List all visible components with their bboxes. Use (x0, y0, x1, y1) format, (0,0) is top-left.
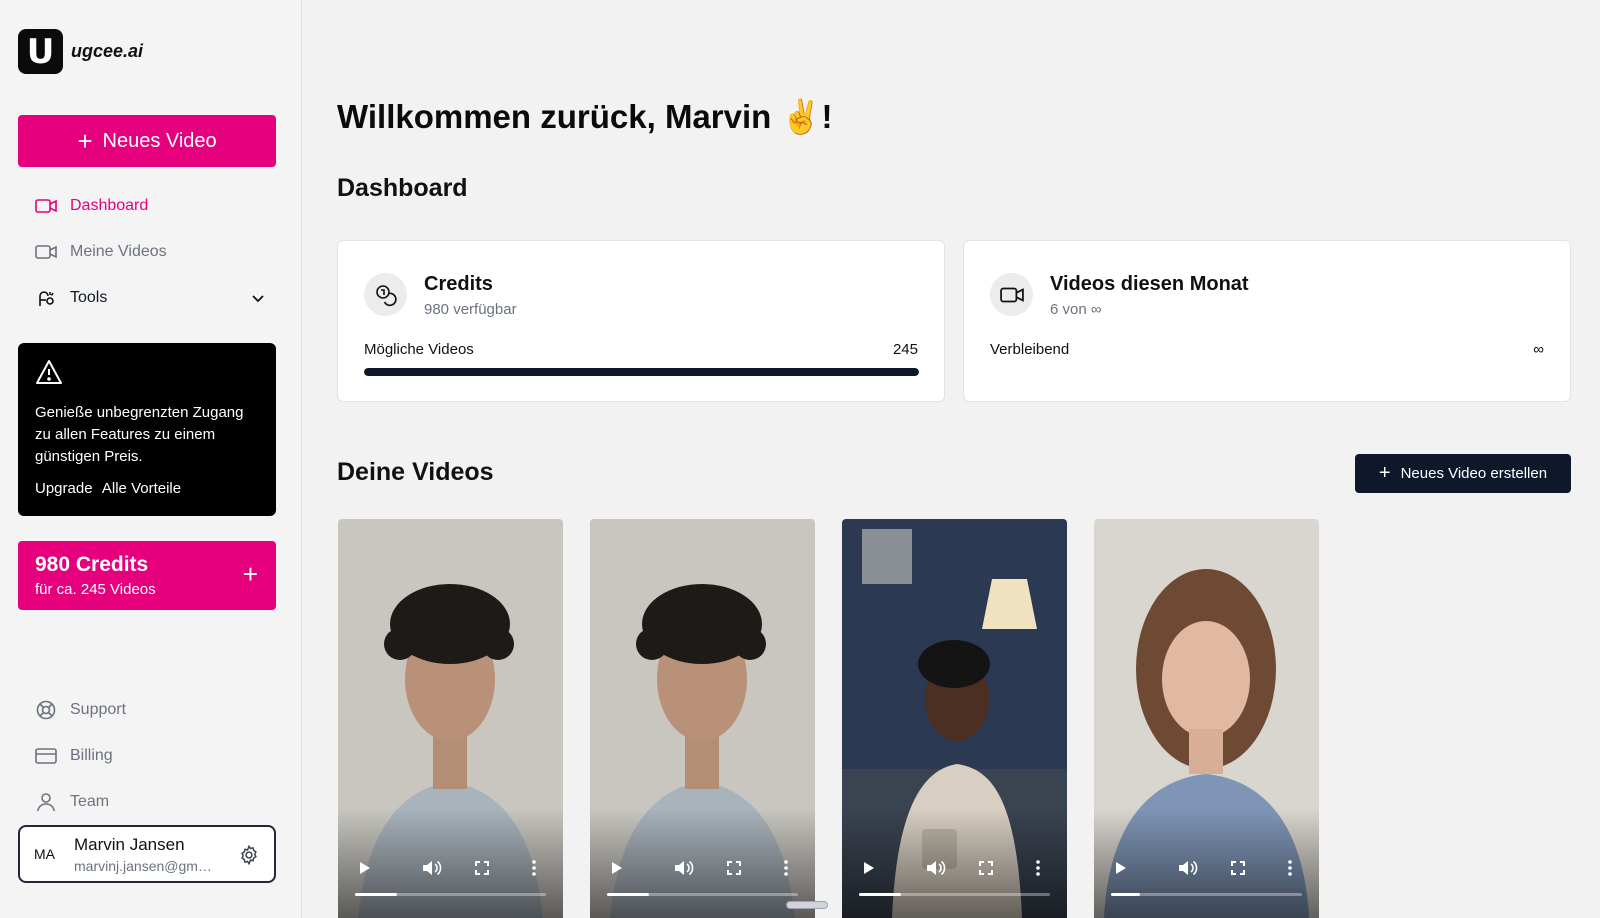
play-icon[interactable] (857, 856, 881, 880)
video-player[interactable] (1094, 519, 1319, 918)
sidebar-item-support[interactable]: Support (34, 700, 264, 720)
welcome-heading: Willkommen zurück, Marvin ✌️! (337, 98, 833, 135)
benefits-link[interactable]: Alle Vorteile (102, 480, 181, 497)
video-progress-bar[interactable] (1111, 893, 1302, 896)
credits-stat-card: Credits 980 verfügbar Mögliche Videos 24… (337, 240, 945, 402)
video-progress-fill (1111, 893, 1140, 896)
video-progress-bar[interactable] (355, 893, 546, 896)
add-credits-icon[interactable]: + (243, 559, 258, 590)
remaining-label: Verbleibend (990, 341, 1070, 358)
upgrade-link[interactable]: Upgrade (35, 480, 93, 497)
coins-icon (364, 273, 407, 316)
videos-card-sub: 6 von ∞ (1050, 301, 1102, 318)
fullscreen-icon[interactable] (470, 856, 494, 880)
user-email: marvinj.jansen@gmail.... (74, 857, 214, 874)
sidebar-item-tools[interactable]: Tools (34, 288, 264, 308)
possible-videos-label: Mögliche Videos (364, 341, 474, 358)
video-progress-fill (859, 893, 902, 896)
warning-icon (36, 360, 62, 384)
brand-name: ugcee.ai (71, 41, 144, 61)
videos-stat-card: Videos diesen Monat 6 von ∞ Verbleibend … (963, 240, 1571, 402)
more-options-icon[interactable] (774, 856, 798, 880)
video-player[interactable] (842, 519, 1067, 918)
video-camera-icon (34, 242, 58, 262)
videos-title: Deine Videos (337, 458, 494, 486)
credit-card-icon (34, 746, 58, 766)
sidebar-item-label: Team (70, 793, 110, 810)
video-progress-bar[interactable] (607, 893, 798, 896)
fullscreen-icon[interactable] (722, 856, 746, 880)
create-video-button[interactable]: + Neues Video erstellen (1355, 454, 1571, 493)
video-progress-fill (607, 893, 650, 896)
sidebar: U ugcee.ai + Neues Video Dashboard Meine… (0, 0, 302, 918)
sidebar-item-label: Dashboard (70, 197, 149, 214)
avatar: MA (34, 846, 55, 862)
sidebar-item-label: Tools (70, 289, 108, 306)
play-icon[interactable] (1109, 856, 1133, 880)
credits-card-sub: 980 verfügbar (424, 301, 517, 318)
sidebar-item-label: Meine Videos (70, 243, 167, 260)
more-options-icon[interactable] (1026, 856, 1050, 880)
volume-icon[interactable] (672, 856, 696, 880)
remaining-value: ∞ (1533, 341, 1544, 358)
fullscreen-icon[interactable] (974, 856, 998, 880)
video-controls (1094, 856, 1319, 880)
play-icon[interactable] (353, 856, 377, 880)
new-video-button[interactable]: + Neues Video (18, 115, 276, 167)
logo-mark: U (18, 29, 63, 74)
video-player[interactable] (338, 519, 563, 918)
lifebuoy-icon (34, 700, 58, 720)
sidebar-item-label: Support (70, 701, 127, 718)
user-card[interactable]: MA Marvin Jansen marvinj.jansen@gmail...… (18, 825, 276, 883)
dashboard-title: Dashboard (337, 174, 468, 202)
possible-videos-value: 245 (892, 341, 918, 358)
video-player[interactable] (590, 519, 815, 918)
credits-progress-bar (364, 368, 919, 376)
plus-icon: + (77, 126, 93, 156)
upgrade-promo: Genieße unbegrenzten Zugang zu allen Fea… (18, 343, 276, 516)
credits-progress-fill (364, 368, 919, 376)
more-options-icon[interactable] (522, 856, 546, 880)
plus-icon: + (1378, 462, 1391, 484)
scroll-handle[interactable] (786, 901, 828, 909)
fullscreen-icon[interactable] (1226, 856, 1250, 880)
video-camera-icon (34, 196, 58, 216)
create-video-label: Neues Video erstellen (1400, 465, 1548, 482)
logo[interactable]: U ugcee.ai (18, 29, 143, 74)
credits-amount: 980 Credits (35, 553, 149, 576)
chevron-down-icon[interactable] (252, 290, 264, 306)
volume-icon[interactable] (1176, 856, 1200, 880)
gear-icon[interactable] (238, 844, 260, 871)
play-icon[interactable] (605, 856, 629, 880)
sidebar-item-team[interactable]: Team (34, 792, 264, 812)
volume-icon[interactable] (420, 856, 444, 880)
tools-icon (34, 288, 58, 308)
video-camera-icon (990, 273, 1033, 316)
videos-card-title: Videos diesen Monat (1050, 273, 1249, 295)
credits-sub: für ca. 245 Videos (35, 581, 156, 598)
more-options-icon[interactable] (1278, 856, 1302, 880)
video-progress-bar[interactable] (859, 893, 1050, 896)
sidebar-item-my-videos[interactable]: Meine Videos (34, 242, 264, 262)
promo-text: Genieße unbegrenzten Zugang zu allen Fea… (35, 404, 244, 465)
credits-card-title: Credits (424, 273, 493, 295)
sidebar-item-label: Billing (70, 747, 113, 764)
video-controls (338, 856, 563, 880)
new-video-label: Neues Video (102, 129, 217, 152)
sidebar-item-billing[interactable]: Billing (34, 746, 264, 766)
sidebar-item-dashboard[interactable]: Dashboard (34, 196, 264, 216)
video-controls (590, 856, 815, 880)
video-controls (842, 856, 1067, 880)
user-icon (34, 792, 58, 812)
credits-card[interactable]: 980 Credits für ca. 245 Videos + (18, 541, 276, 610)
volume-icon[interactable] (924, 856, 948, 880)
user-name: Marvin Jansen (74, 834, 185, 854)
video-progress-fill (355, 893, 398, 896)
